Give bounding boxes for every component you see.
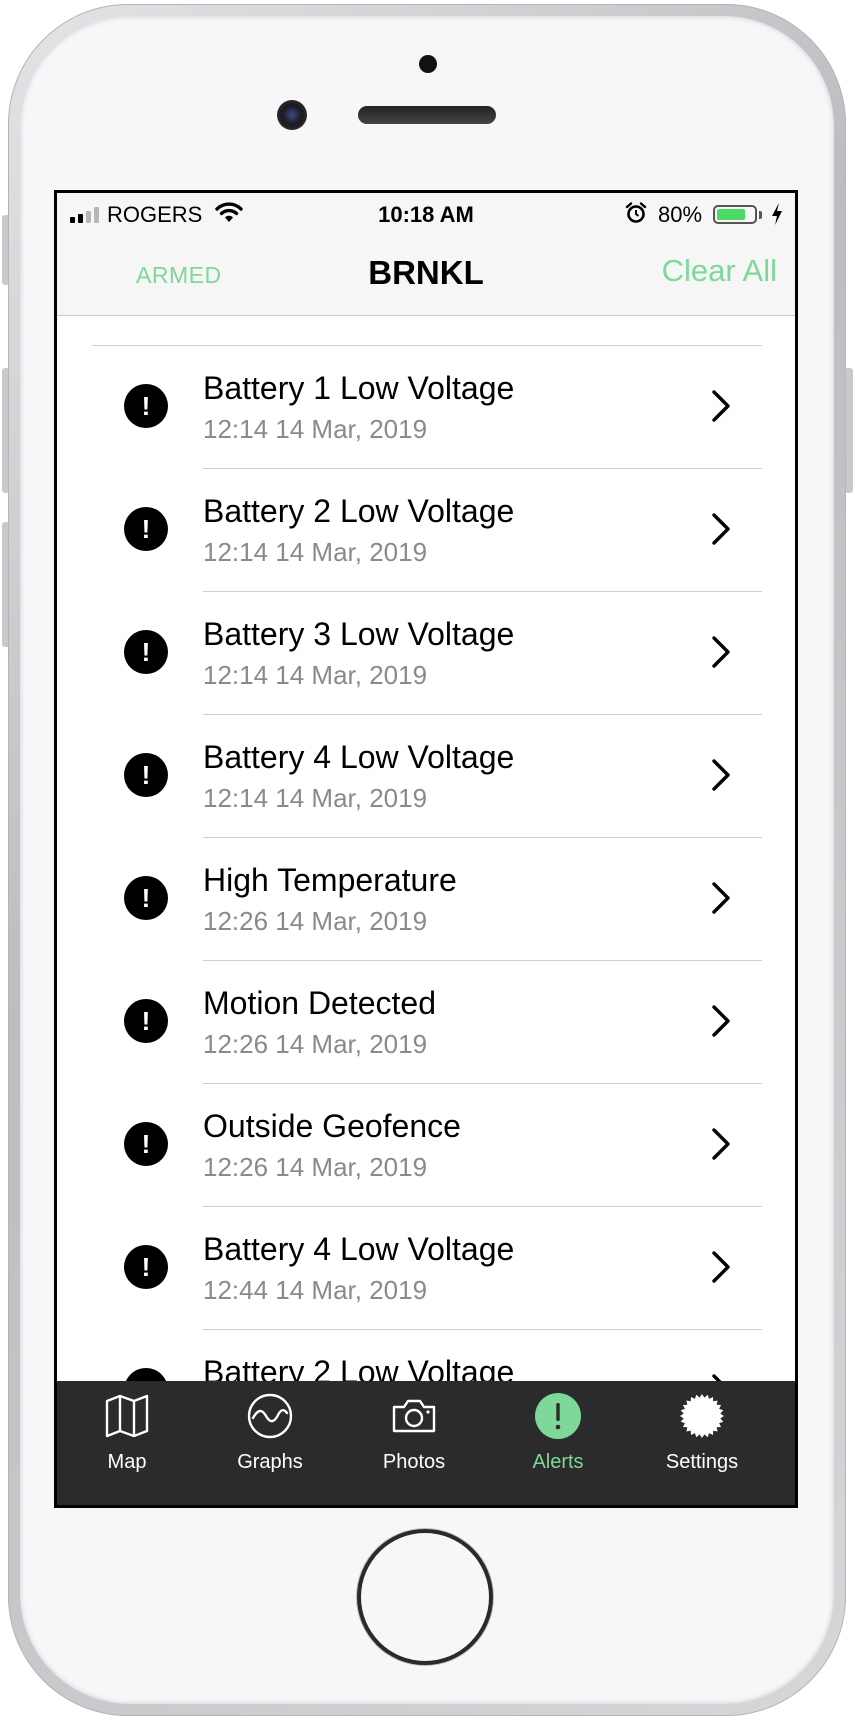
alert-timestamp: 12:44 14 Mar, 2019 <box>203 1275 428 1305</box>
tab-bar: Map Graphs Photos Alerts Settings <box>57 1381 795 1505</box>
alert-exclamation-icon: ! <box>124 507 168 551</box>
tab-photos[interactable]: Photos <box>344 1381 484 1478</box>
alert-title: Battery 2 Low Voltage <box>203 493 515 529</box>
alert-row[interactable]: ! Motion Detected 12:26 14 Mar, 2019 <box>57 961 795 1084</box>
alert-row[interactable]: ! Battery 1 Low Voltage 12:14 14 Mar, 2019 <box>57 346 795 469</box>
chevron-right-icon <box>712 1374 722 1381</box>
tab-label-photos: Photos <box>382 1451 446 1473</box>
alert-exclamation-icon: ! <box>124 753 168 797</box>
chevron-right-icon <box>712 513 730 545</box>
tab-settings[interactable]: Settings <box>632 1381 772 1478</box>
battery-icon <box>713 205 757 224</box>
tab-label-settings: Settings <box>665 1451 739 1473</box>
alert-title: Battery 4 Low Voltage <box>203 1231 515 1267</box>
alert-row[interactable]: ! Battery 2 Low Voltage 12:14 14 Mar, 2019 <box>57 469 795 592</box>
alert-row[interactable]: ! Battery 4 Low Voltage 12:44 14 Mar, 2019 <box>57 1207 795 1330</box>
charging-bolt-icon <box>772 203 782 225</box>
chevron-right-icon <box>712 1005 730 1037</box>
alarm-icon <box>625 202 647 223</box>
map-icon <box>105 1394 149 1438</box>
tab-label-alerts: Alerts <box>532 1451 584 1473</box>
alert-title: Outside Geofence <box>203 1108 461 1144</box>
home-button[interactable] <box>361 1533 489 1661</box>
alert-exclamation-icon: ! <box>124 1122 168 1166</box>
chevron-right-icon <box>712 390 730 422</box>
alert-exclamation-icon: ! <box>124 1368 168 1381</box>
alert-timestamp: 12:26 14 Mar, 2019 <box>203 1029 428 1059</box>
alert-exclamation-icon: ! <box>124 384 168 428</box>
phone-screen: ROGERS 10:18 AM 80% ARMED BRNKL Clear Al… <box>54 190 798 1508</box>
tab-map[interactable]: Map <box>57 1381 197 1478</box>
chevron-right-icon <box>712 1128 730 1160</box>
alert-exclamation-icon: ! <box>124 630 168 674</box>
alert-timestamp: 12:26 14 Mar, 2019 <box>203 906 428 936</box>
alert-title: Battery 4 Low Voltage <box>203 739 515 775</box>
alert-row[interactable]: ! Battery 3 Low Voltage 12:14 14 Mar, 2019 <box>57 592 795 715</box>
chevron-right-icon <box>712 882 730 914</box>
alert-title: Motion Detected <box>203 985 437 1021</box>
gear-icon <box>680 1394 724 1438</box>
alert-icon <box>535 1393 581 1439</box>
alert-timestamp: 12:14 14 Mar, 2019 <box>203 414 428 444</box>
battery-cap <box>759 211 762 219</box>
alert-row[interactable]: ! Battery 4 Low Voltage 12:14 14 Mar, 2019 <box>57 715 795 838</box>
front-camera <box>277 100 307 130</box>
alert-title: Battery 2 Low Voltage <box>203 1354 515 1381</box>
proximity-sensor <box>419 55 437 73</box>
alert-row[interactable]: ! High Temperature 12:26 14 Mar, 2019 <box>57 838 795 961</box>
battery-level-fill <box>717 209 745 220</box>
chevron-right-icon <box>712 759 730 791</box>
alert-title: Battery 1 Low Voltage <box>203 370 515 406</box>
tab-label-graphs: Graphs <box>237 1451 303 1473</box>
power-button <box>845 368 853 493</box>
tab-graphs[interactable]: Graphs <box>200 1381 340 1478</box>
clear-all-button[interactable]: Clear All <box>662 253 777 289</box>
camera-icon <box>392 1399 436 1433</box>
chevron-right-icon <box>712 636 730 668</box>
status-bar: ROGERS 10:18 AM 80% <box>57 193 795 237</box>
graph-icon <box>247 1393 293 1439</box>
alert-row[interactable]: ! Outside Geofence 12:26 14 Mar, 2019 <box>57 1084 795 1207</box>
tab-label-map: Map <box>107 1451 147 1473</box>
tab-alerts[interactable]: Alerts <box>488 1381 628 1478</box>
alert-title: High Temperature <box>203 862 457 898</box>
alert-timestamp: 12:14 14 Mar, 2019 <box>203 660 428 690</box>
alert-title: Battery 3 Low Voltage <box>203 616 515 652</box>
alert-row[interactable]: ! Battery 2 Low Voltage <box>57 1330 795 1381</box>
alert-timestamp: 12:26 14 Mar, 2019 <box>203 1152 428 1182</box>
navigation-bar: ARMED BRNKL Clear All <box>57 237 795 316</box>
alert-timestamp: 12:14 14 Mar, 2019 <box>203 537 428 567</box>
alert-timestamp: 12:14 14 Mar, 2019 <box>203 783 428 813</box>
earpiece-speaker <box>358 106 496 124</box>
alert-exclamation-icon: ! <box>124 876 168 920</box>
chevron-right-icon <box>712 1251 730 1283</box>
alert-exclamation-icon: ! <box>124 999 168 1043</box>
battery-percentage: 80% <box>658 202 703 227</box>
alert-exclamation-icon: ! <box>124 1245 168 1289</box>
alerts-list[interactable]: ! Battery 1 Low Voltage 12:14 14 Mar, 2019… <box>57 316 795 1381</box>
